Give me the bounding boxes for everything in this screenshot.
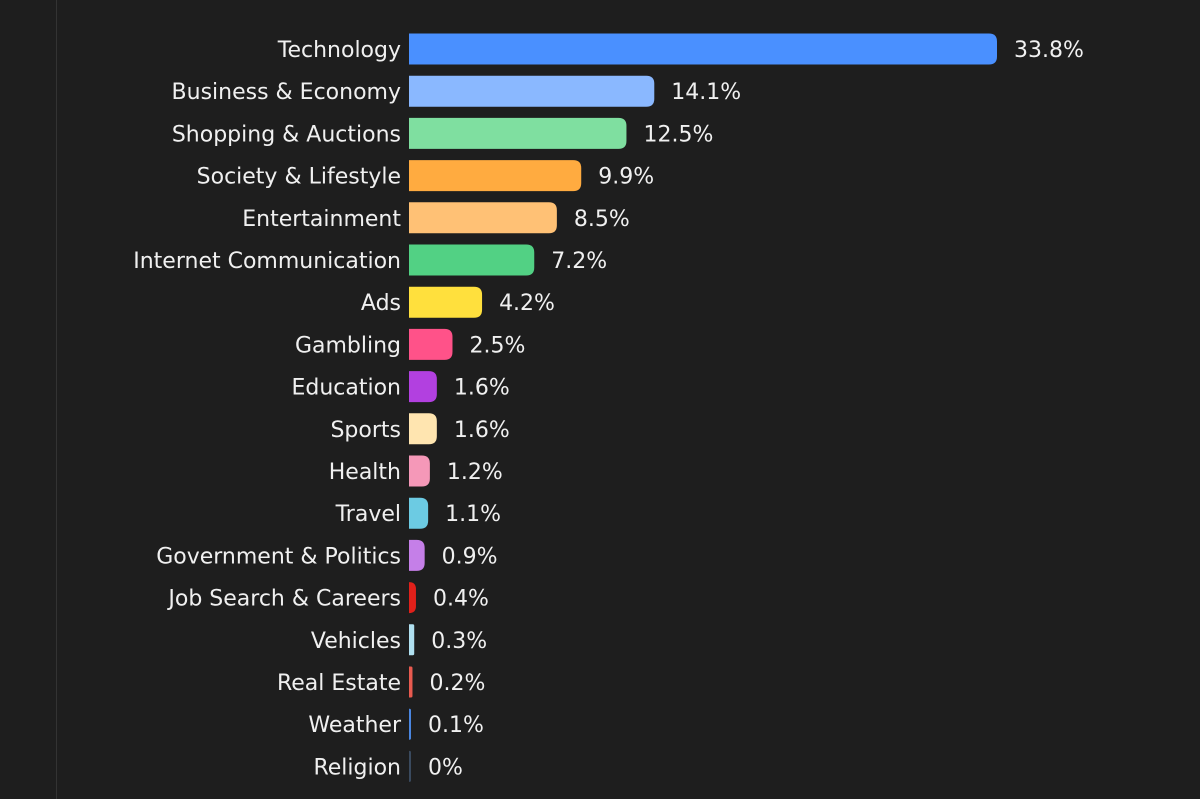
bar[interactable]: [409, 666, 413, 698]
category-label: Society & Lifestyle: [197, 165, 401, 190]
bar-row: Business & Economy 14.1%: [172, 75, 741, 107]
category-label: Ads: [361, 291, 401, 316]
bar[interactable]: [409, 582, 416, 614]
category-label: Religion: [313, 755, 401, 780]
category-label: Government & Politics: [156, 544, 401, 569]
value-label: 2.5%: [469, 333, 525, 358]
bar[interactable]: [409, 371, 437, 403]
bar[interactable]: [409, 117, 627, 149]
bar-row: Weather 0.1%: [308, 708, 484, 740]
horizontal-bar-chart: Technology 33.8% Business & Economy 14.1% Sh…: [133, 33, 1084, 782]
bar-row: Sports 1.6%: [330, 413, 510, 445]
value-label: 0.1%: [428, 713, 484, 738]
bar[interactable]: [409, 413, 437, 445]
bar[interactable]: [409, 497, 429, 529]
value-label: 1.1%: [445, 502, 501, 527]
value-label: 0.2%: [429, 671, 485, 696]
value-label: 1.6%: [454, 376, 510, 401]
category-label: Shopping & Auctions: [172, 122, 401, 147]
category-label: Gambling: [295, 333, 401, 358]
value-label: 8.5%: [574, 207, 630, 232]
category-label: Job Search & Careers: [166, 587, 401, 612]
bar-row: Health 1.2%: [329, 455, 503, 487]
bar-row: Internet Communication 7.2%: [133, 244, 607, 276]
bar[interactable]: [409, 160, 582, 192]
value-label: 33.8%: [1014, 38, 1084, 63]
category-label: Technology: [277, 38, 401, 63]
category-label: Business & Economy: [172, 80, 401, 105]
category-label: Vehicles: [311, 629, 401, 654]
bar-row: Religion 0%: [313, 750, 463, 782]
category-label: Internet Communication: [133, 249, 401, 274]
bar[interactable]: [409, 750, 411, 782]
bar[interactable]: [409, 33, 997, 65]
bar-row: Technology 33.8%: [277, 33, 1084, 65]
bar[interactable]: [409, 539, 425, 571]
category-label: Weather: [308, 713, 402, 738]
bar[interactable]: [409, 202, 557, 234]
value-label: 7.2%: [551, 249, 607, 274]
bar[interactable]: [409, 624, 415, 656]
bar-row: Ads 4.2%: [361, 286, 555, 318]
value-label: 9.9%: [598, 165, 654, 190]
bar[interactable]: [409, 455, 430, 487]
bar-row: Travel 1.1%: [335, 497, 501, 529]
category-label: Sports: [330, 418, 401, 443]
bar-row: Gambling 2.5%: [295, 328, 525, 360]
bar-row: Job Search & Careers 0.4%: [166, 582, 489, 614]
value-label: 14.1%: [671, 80, 741, 105]
value-label: 1.6%: [454, 418, 510, 443]
bar-row: Real Estate 0.2%: [277, 666, 485, 698]
bar[interactable]: [409, 244, 535, 276]
bar-row: Society & Lifestyle 9.9%: [197, 160, 654, 192]
value-label: 0.3%: [431, 629, 487, 654]
value-label: 4.2%: [499, 291, 555, 316]
category-label: Health: [329, 460, 401, 485]
bar[interactable]: [409, 286, 483, 318]
bar-row: Government & Politics 0.9%: [156, 539, 498, 571]
category-label: Entertainment: [242, 207, 401, 232]
bar-row: Education 1.6%: [291, 371, 510, 403]
bar[interactable]: [409, 708, 411, 740]
bar-row: Entertainment 8.5%: [242, 202, 630, 234]
value-label: 0.9%: [442, 544, 498, 569]
category-label: Travel: [335, 502, 401, 527]
bar-row: Shopping & Auctions 12.5%: [172, 117, 713, 149]
bar[interactable]: [409, 75, 655, 107]
value-label: 0%: [428, 755, 463, 780]
value-label: 1.2%: [447, 460, 503, 485]
value-label: 12.5%: [643, 122, 713, 147]
bar[interactable]: [409, 328, 453, 360]
category-label: Real Estate: [277, 671, 401, 696]
bar-row: Vehicles 0.3%: [311, 624, 487, 656]
value-label: 0.4%: [433, 587, 489, 612]
category-label: Education: [291, 376, 401, 401]
